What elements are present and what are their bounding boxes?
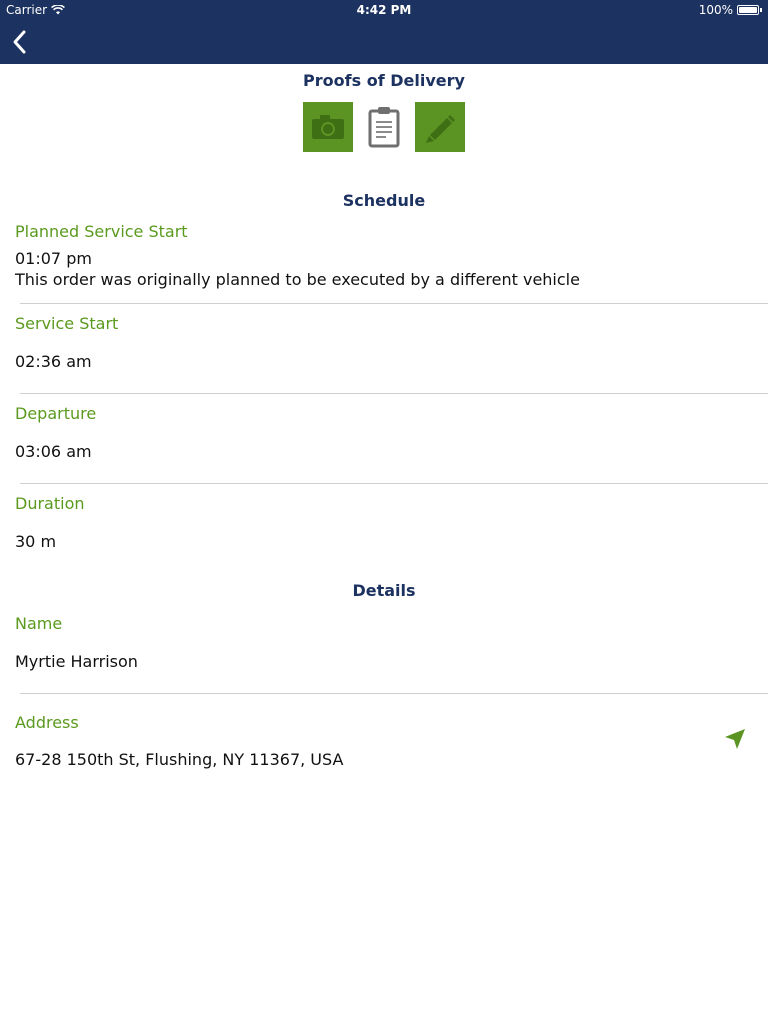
clipboard-icon	[368, 107, 400, 148]
status-time: 4:42 PM	[356, 3, 412, 17]
camera-icon	[312, 115, 344, 139]
clipboard-proof-button[interactable]	[359, 102, 409, 152]
navigate-button[interactable]	[722, 726, 748, 752]
back-button[interactable]	[8, 28, 32, 56]
address-value[interactable]: 67-28 150th St, Flushing, NY 11367, USA	[15, 750, 343, 769]
divider	[20, 393, 768, 394]
camera-proof-button[interactable]	[303, 102, 353, 152]
name-value: Myrtie Harrison	[15, 652, 138, 671]
address-label: Address	[15, 713, 79, 732]
battery-icon	[737, 5, 759, 15]
battery-indicator: 100%	[699, 3, 762, 17]
battery-percent: 100%	[698, 3, 733, 17]
navigation-bar: Carrier 4:42 PM 100%	[0, 0, 768, 64]
proofs-of-delivery-actions	[303, 102, 465, 152]
name-label: Name	[15, 614, 63, 633]
service-start-value: 02:36 am	[15, 352, 92, 371]
departure-label: Departure	[15, 404, 97, 423]
planned-service-start-label: Planned Service Start	[15, 222, 188, 241]
schedule-heading: Schedule	[342, 191, 426, 210]
details-heading: Details	[352, 581, 416, 600]
divider	[20, 693, 768, 694]
chevron-left-icon	[13, 30, 26, 54]
service-start-label: Service Start	[15, 314, 119, 333]
proofs-of-delivery-title: Proofs of Delivery	[303, 71, 465, 90]
navigation-arrow-icon	[725, 729, 745, 749]
battery-tip	[760, 8, 762, 12]
duration-value: 30 m	[15, 532, 57, 551]
pencil-icon	[426, 115, 455, 143]
divider	[20, 483, 768, 484]
planned-service-start-value: 01:07 pm	[15, 249, 92, 268]
planned-service-note: This order was originally planned to be …	[15, 270, 580, 289]
signature-proof-button[interactable]	[415, 102, 465, 152]
divider	[20, 303, 768, 304]
duration-label: Duration	[15, 494, 85, 513]
status-bar: Carrier 4:42 PM 100%	[0, 0, 768, 20]
departure-value: 03:06 am	[15, 442, 92, 461]
